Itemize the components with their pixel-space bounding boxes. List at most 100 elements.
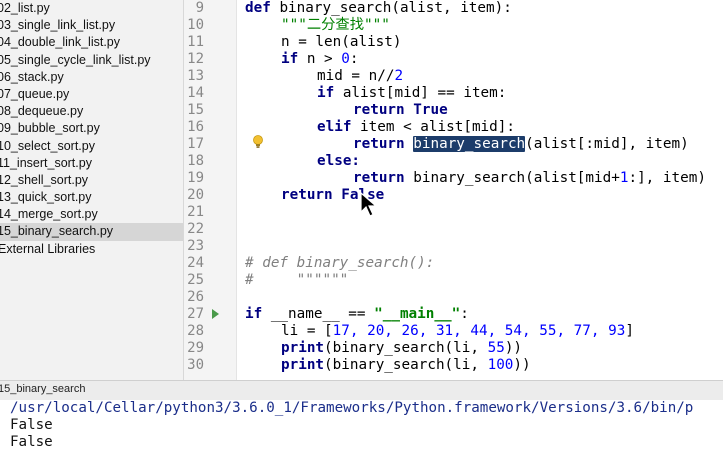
code-token: elif [317,119,361,135]
code-editor[interactable]: def binary_search(alist, item): """二分查找"… [245,0,723,380]
code-line-15: return True [353,102,448,119]
line-number: 29 [187,340,204,356]
file-item[interactable]: 14_merge_sort.py [0,206,183,223]
file-item[interactable]: 03_single_link_list.py [0,17,183,34]
line-number: 20 [187,187,204,203]
file-item[interactable]: 12_shell_sort.py [0,172,183,189]
code-token: binary_search(alist, item): [279,0,512,16]
mouse-cursor-icon [360,192,378,217]
code-line-12: if n > 0: [281,51,358,68]
code-token: )) [513,357,531,373]
code-token: if [317,85,343,101]
code-line-9: def binary_search(alist, item): [245,0,512,17]
file-item[interactable]: 02_list.py [0,0,183,17]
line-number: 26 [187,289,204,305]
code-token: "__main__" [374,306,461,322]
code-line-29: print(binary_search(li, 55)) [281,340,522,357]
code-token: (binary_search(li, [324,357,488,373]
code-token: 0 [341,51,350,67]
code-token: print [281,340,325,356]
run-tool-window-header[interactable]: 15_binary_search [0,380,723,401]
external-libraries-item[interactable]: External Libraries [0,241,183,258]
file-item[interactable]: 04_double_link_list.py [0,34,183,51]
code-token: : [460,306,469,322]
code-token: n = len(alist) [281,34,402,50]
line-number: 13 [187,68,204,84]
line-number: 16 [187,119,204,135]
line-number: 12 [187,51,204,67]
code-line-14: if alist[mid] == item: [317,85,506,102]
code-token: # def binary_search(): [245,255,435,271]
code-token: item < alist[mid]: [360,119,515,135]
code-token: binary_search(alist[mid+ [413,170,620,186]
file-item[interactable]: 11_insert_sort.py [0,155,183,172]
code-token: 17, 20, 26, 31, 44, 54, 55, 77, 93 [332,323,626,339]
file-list: 02_list.py 03_single_link_list.py 04_dou… [0,0,183,258]
line-number: 15 [187,102,204,118]
console-line: False [10,417,53,433]
file-item[interactable]: 10_select_sort.py [0,138,183,155]
run-console[interactable]: /usr/local/Cellar/python3/3.6.0_1/Framew… [0,400,723,452]
code-token: __name__ == [270,306,375,322]
line-number: 25 [187,272,204,288]
code-token: alist[mid] == item: [342,85,507,101]
line-number: 28 [187,323,204,339]
code-line-24: # def binary_search(): [245,255,434,272]
selected-token[interactable]: binary_search [413,136,526,152]
line-number: 17 [187,136,204,152]
code-token: 2 [394,68,404,84]
console-line: /usr/local/Cellar/python3/3.6.0_1/Framew… [10,400,694,416]
code-token: print [281,357,325,373]
line-number: 22 [187,221,204,237]
code-line-13: mid = n//2 [317,68,403,85]
code-token: return [353,136,414,152]
code-token: (binary_search(li, [324,340,488,356]
line-number: 10 [187,17,204,33]
file-item[interactable]: 13_quick_sort.py [0,189,183,206]
code-token: # """""" [245,272,349,288]
code-token: """二分查找""" [281,17,390,33]
file-item[interactable]: 06_stack.py [0,69,183,86]
console-line: False [10,434,53,450]
code-token: ] [625,323,634,339]
code-line-18: else: [317,153,360,170]
code-token: 100 [487,357,514,373]
code-token: 55 [487,340,505,356]
run-icon[interactable] [212,309,219,319]
file-item[interactable]: 09_bubble_sort.py [0,120,183,137]
code-token: li = [ [281,323,333,339]
code-token: )) [504,340,523,356]
code-token: return True [353,102,448,118]
file-item[interactable]: 08_dequeue.py [0,103,183,120]
code-token: else: [317,153,361,169]
line-number: 27 [187,306,204,322]
line-number: 21 [187,204,204,220]
project-tree[interactable]: 02_list.py 03_single_link_list.py 04_dou… [0,0,184,380]
line-number: 23 [187,238,204,254]
code-line-28: li = [17, 20, 26, 31, 44, 54, 55, 77, 93… [281,323,634,340]
code-line-30: print(binary_search(li, 100)) [281,357,531,374]
code-token: def [245,0,280,16]
code-line-16: elif item < alist[mid]: [317,119,515,136]
code-line-17: return binary_search(alist[:mid], item) [353,136,689,153]
code-token: : [349,51,359,67]
file-item-selected[interactable]: 15_binary_search.py [0,223,183,241]
line-number: 11 [187,34,204,50]
code-line-11: n = len(alist) [281,34,402,51]
code-line-19: return binary_search(alist[mid+1:], item… [353,170,706,187]
code-token: :], item) [628,170,706,186]
code-token: (alist[:mid], item) [525,136,689,152]
code-line-10: """二分查找""" [281,17,390,34]
code-token: if [245,306,271,322]
file-item[interactable]: 05_single_cycle_link_list.py [0,52,183,69]
file-item[interactable]: 07_queue.py [0,86,183,103]
line-number: 18 [187,153,204,169]
code-token: if [281,51,307,67]
code-line-25: # """""" [245,272,348,289]
run-config-label[interactable]: 15_binary_search [0,383,85,395]
code-line-27: if __name__ == "__main__": [245,306,469,323]
line-number: 9 [195,0,204,16]
line-number: 14 [187,85,204,101]
code-token: n > [306,51,342,67]
line-number: 19 [187,170,204,186]
